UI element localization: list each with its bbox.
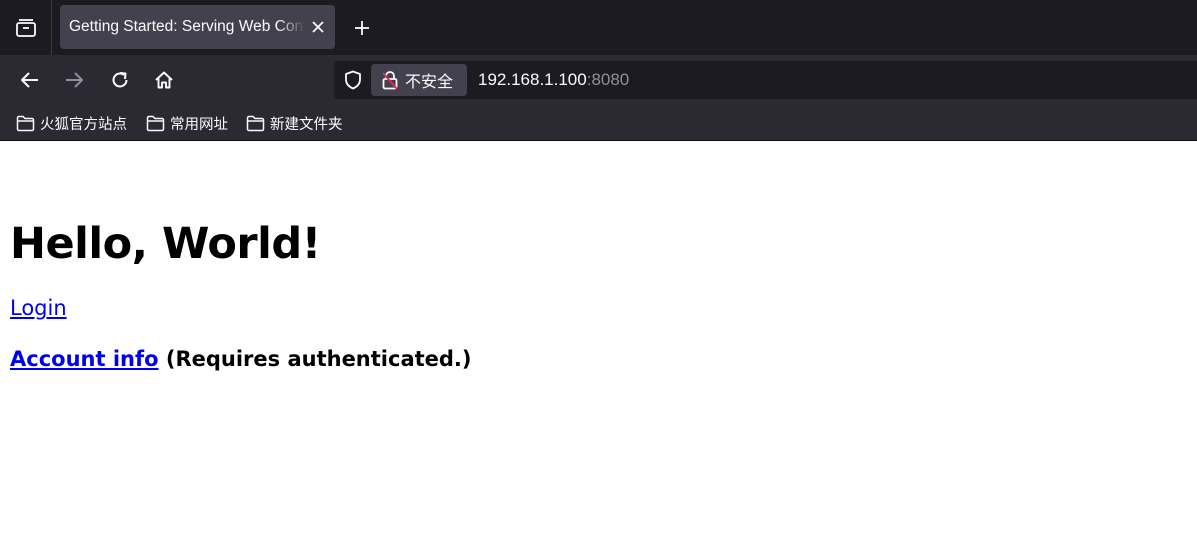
bookmark-folder-firefox-sites[interactable]: 火狐官方站点 bbox=[16, 112, 127, 134]
folder-icon bbox=[16, 115, 35, 131]
url-text[interactable]: 192.168.1.100:8080 bbox=[478, 70, 629, 90]
tab-list-button[interactable] bbox=[0, 0, 52, 55]
account-info-link[interactable]: Account info bbox=[10, 347, 159, 371]
forward-arrow-icon bbox=[66, 72, 83, 88]
forward-button[interactable] bbox=[58, 64, 90, 96]
tab-close-button[interactable] bbox=[309, 18, 327, 36]
url-host: 192.168.1.100 bbox=[478, 70, 587, 89]
security-label: 不安全 bbox=[405, 74, 454, 91]
bookmark-folder-new-folder[interactable]: 新建文件夹 bbox=[246, 112, 343, 134]
reload-button[interactable] bbox=[104, 64, 136, 96]
page-heading: Hello, World! bbox=[10, 219, 321, 269]
bookmark-label: 常用网址 bbox=[170, 116, 228, 133]
tab-active[interactable]: Getting Started: Serving Web Content bbox=[60, 5, 335, 49]
tab-list-icon bbox=[15, 18, 36, 37]
url-bar[interactable]: 不安全 192.168.1.100:8080 bbox=[334, 61, 1197, 99]
folder-icon bbox=[246, 115, 265, 131]
site-security-button[interactable]: 不安全 bbox=[371, 64, 467, 96]
bookmark-label: 火狐官方站点 bbox=[40, 116, 127, 133]
login-link[interactable]: Login bbox=[10, 296, 67, 320]
tab-strip: Getting Started: Serving Web Content bbox=[0, 0, 1197, 55]
account-info-note: (Requires authenticated.) bbox=[158, 347, 472, 371]
bookmark-label: 新建文件夹 bbox=[270, 116, 343, 133]
tab-title: Getting Started: Serving Web Content bbox=[69, 18, 305, 35]
home-icon bbox=[155, 71, 173, 89]
new-tab-button[interactable] bbox=[346, 12, 378, 44]
plus-icon bbox=[355, 21, 369, 35]
url-port: :8080 bbox=[586, 70, 630, 89]
reload-icon bbox=[112, 72, 128, 88]
bookmark-folder-common-urls[interactable]: 常用网址 bbox=[146, 112, 228, 134]
insecure-lock-icon bbox=[382, 71, 398, 90]
bookmarks-toolbar: 火狐官方站点 常用网址 新建文件夹 bbox=[0, 105, 1197, 141]
browser-chrome: Getting Started: Serving Web Content 不安全… bbox=[0, 0, 1197, 141]
home-button[interactable] bbox=[148, 64, 180, 96]
back-button[interactable] bbox=[14, 64, 46, 96]
shield-icon bbox=[345, 70, 361, 90]
close-icon bbox=[312, 21, 324, 33]
nav-toolbar: 不安全 192.168.1.100:8080 bbox=[0, 55, 1197, 105]
account-info-line: Account info (Requires authenticated.) bbox=[10, 347, 472, 371]
tracking-protection-button[interactable] bbox=[342, 69, 364, 91]
back-arrow-icon bbox=[21, 72, 38, 88]
folder-icon bbox=[146, 115, 165, 131]
